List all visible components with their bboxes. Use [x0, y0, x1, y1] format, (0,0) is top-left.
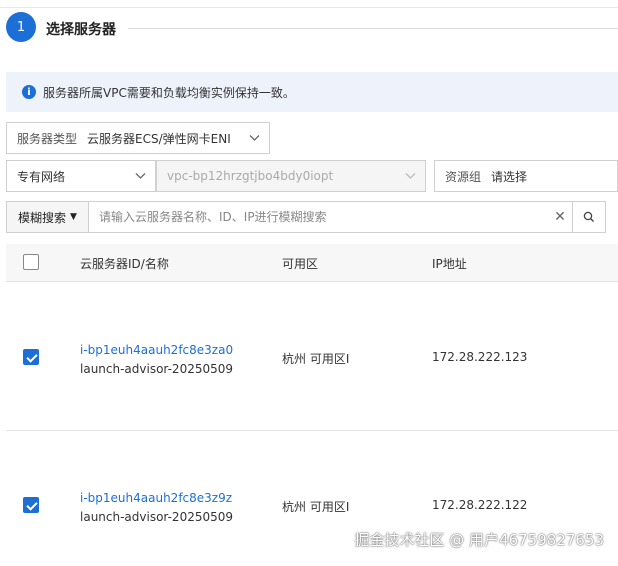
caret-down-icon: ▼: [70, 212, 77, 222]
search-icon: [583, 211, 594, 222]
ip-cell: 172.28.222.123: [432, 350, 528, 364]
search-mode-label: 模糊搜索: [18, 210, 67, 225]
row-checkbox[interactable]: [23, 497, 39, 513]
server-table: 云服务器ID/名称 可用区 IP地址 i-bp1euh4aauh2fc8e3za…: [6, 244, 618, 566]
chevron-down-icon: [135, 170, 146, 180]
search-input[interactable]: [89, 202, 548, 232]
server-type-select[interactable]: 服务器类型 云服务器ECS/弹性网卡ENI: [6, 122, 270, 154]
server-id-name-cell: i-bp1euh4aauh2fc8e3za0 launch-advisor-20…: [80, 343, 233, 376]
search-button[interactable]: [572, 202, 605, 232]
ip-cell: 172.28.222.122: [432, 498, 528, 512]
vpc-select[interactable]: vpc-bp12hrzgtjbo4bdy0iopt: [156, 160, 426, 192]
step-number-badge: 1: [6, 12, 36, 42]
server-name: launch-advisor-20250509: [80, 510, 234, 524]
table-header: 云服务器ID/名称 可用区 IP地址: [6, 244, 618, 282]
resource-group-label: 资源组: [445, 169, 482, 184]
step-title: 选择服务器: [46, 22, 116, 38]
search-bar: 模糊搜索 ▼ ✕: [6, 201, 606, 233]
step-divider: [128, 28, 618, 29]
resource-group-value: 请选择: [491, 169, 528, 184]
column-header-zone: 可用区: [282, 257, 319, 271]
column-header-ip: IP地址: [432, 257, 467, 271]
server-name: launch-advisor-20250509: [80, 362, 234, 376]
search-mode-dropdown[interactable]: 模糊搜索 ▼: [7, 202, 89, 232]
watermark-text: 掘金技术社区 @ 用户46759827653: [354, 531, 604, 549]
chevron-down-icon: [405, 170, 416, 180]
server-type-value: 云服务器ECS/弹性网卡ENI: [87, 131, 231, 146]
column-header-id-name: 云服务器ID/名称: [80, 257, 169, 271]
notice-bar: i 服务器所属VPC需要和负载均衡实例保持一致。: [6, 72, 618, 112]
table-row: i-bp1euh4aauh2fc8e3za0 launch-advisor-20…: [6, 282, 618, 431]
network-type-select[interactable]: 专有网络: [6, 160, 156, 192]
chevron-down-icon: [249, 132, 260, 142]
select-all-checkbox[interactable]: [23, 254, 39, 270]
zone-cell: 杭州 可用区I: [282, 500, 350, 514]
network-type-value: 专有网络: [17, 169, 66, 184]
server-id-name-cell: i-bp1euh4aauh2fc8e3z9z launch-advisor-20…: [80, 491, 233, 524]
vpc-value: vpc-bp12hrzgtjbo4bdy0iopt: [167, 169, 334, 183]
clear-icon[interactable]: ✕: [548, 202, 572, 232]
info-icon: i: [22, 85, 36, 99]
notice-text: 服务器所属VPC需要和负载均衡实例保持一致。: [43, 85, 295, 100]
step-header: 1 选择服务器: [0, 0, 618, 58]
server-id-link[interactable]: i-bp1euh4aauh2fc8e3z9z: [80, 491, 232, 505]
zone-cell: 杭州 可用区I: [282, 352, 350, 366]
row-checkbox[interactable]: [23, 349, 39, 365]
server-type-label: 服务器类型: [17, 131, 78, 146]
server-id-link[interactable]: i-bp1euh4aauh2fc8e3za0: [80, 343, 233, 357]
resource-group-select[interactable]: 资源组 请选择: [434, 160, 618, 192]
